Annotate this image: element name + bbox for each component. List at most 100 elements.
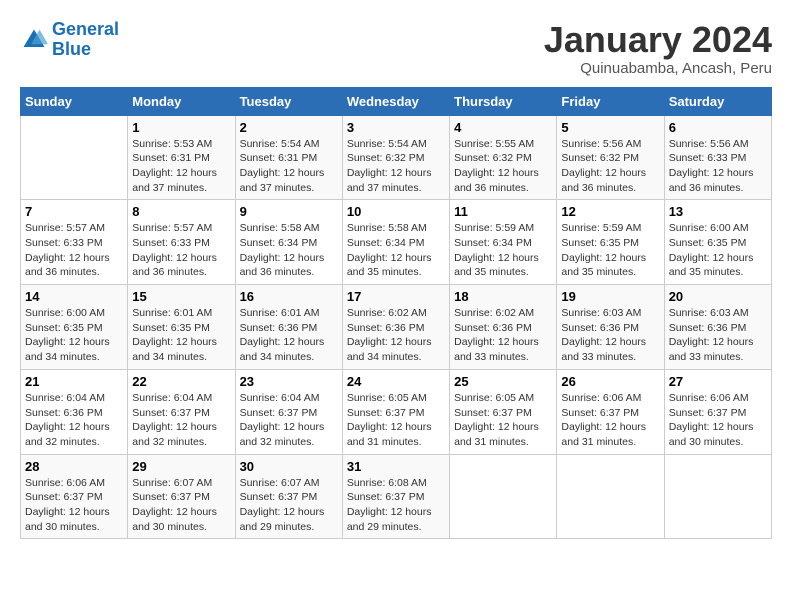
day-info: Sunrise: 5:56 AM Sunset: 6:32 PM Dayligh…: [561, 137, 659, 196]
calendar-cell: [664, 454, 771, 539]
calendar-cell: 28 Sunrise: 6:06 AM Sunset: 6:37 PM Dayli…: [21, 454, 128, 539]
day-number: 13: [669, 204, 767, 219]
calendar-cell: 29Sunrise: 6:07 AM Sunset: 6:37 PM Dayli…: [128, 454, 235, 539]
calendar-cell: 18Sunrise: 6:02 AM Sunset: 6:36 PM Dayli…: [450, 285, 557, 370]
day-number: 28: [25, 459, 123, 474]
week-row-5: 28 Sunrise: 6:06 AM Sunset: 6:37 PM Dayli…: [21, 454, 772, 539]
calendar-cell: 27 Sunrise: 6:06 AM Sunset: 6:37 PM Dayli…: [664, 369, 771, 454]
calendar-cell: 15 Sunrise: 6:01 AM Sunset: 6:35 PM Dayli…: [128, 285, 235, 370]
calendar-cell: 23 Sunrise: 6:04 AM Sunset: 6:37 PM Dayli…: [235, 369, 342, 454]
calendar-cell: 16 Sunrise: 6:01 AM Sunset: 6:36 PM Dayli…: [235, 285, 342, 370]
day-number: 18: [454, 289, 552, 304]
logo-text: General Blue: [52, 20, 119, 60]
day-number: 2: [240, 120, 338, 135]
day-info: Sunrise: 6:03 AM Sunset: 6:36 PM Dayligh…: [669, 306, 767, 365]
day-info: Sunrise: 5:57 AM Sunset: 6:33 PM Dayligh…: [132, 221, 230, 280]
calendar-cell: [450, 454, 557, 539]
day-number: 15: [132, 289, 230, 304]
day-number: 9: [240, 204, 338, 219]
week-row-4: 21Sunrise: 6:04 AM Sunset: 6:36 PM Dayli…: [21, 369, 772, 454]
day-number: 6: [669, 120, 767, 135]
day-number: 7: [25, 204, 123, 219]
logo-blue: Blue: [52, 40, 119, 60]
calendar-cell: 6 Sunrise: 5:56 AM Sunset: 6:33 PM Daylig…: [664, 115, 771, 200]
day-info: Sunrise: 6:07 AM Sunset: 6:37 PM Dayligh…: [132, 476, 230, 535]
calendar-cell: 12Sunrise: 5:59 AM Sunset: 6:35 PM Dayli…: [557, 200, 664, 285]
day-info: Sunrise: 6:06 AM Sunset: 6:37 PM Dayligh…: [669, 391, 767, 450]
calendar-cell: 11Sunrise: 5:59 AM Sunset: 6:34 PM Dayli…: [450, 200, 557, 285]
calendar-cell: 1Sunrise: 5:53 AM Sunset: 6:31 PM Daylig…: [128, 115, 235, 200]
day-number: 31: [347, 459, 445, 474]
day-info: Sunrise: 5:54 AM Sunset: 6:31 PM Dayligh…: [240, 137, 338, 196]
week-row-3: 14 Sunrise: 6:00 AM Sunset: 6:35 PM Dayli…: [21, 285, 772, 370]
day-info: Sunrise: 6:07 AM Sunset: 6:37 PM Dayligh…: [240, 476, 338, 535]
logo: General Blue: [20, 20, 119, 60]
calendar-cell: 20 Sunrise: 6:03 AM Sunset: 6:36 PM Dayli…: [664, 285, 771, 370]
day-number: 4: [454, 120, 552, 135]
day-info: Sunrise: 5:58 AM Sunset: 6:34 PM Dayligh…: [240, 221, 338, 280]
weekday-header-saturday: Saturday: [664, 87, 771, 115]
calendar-cell: 13Sunrise: 6:00 AM Sunset: 6:35 PM Dayli…: [664, 200, 771, 285]
calendar-cell: 26 Sunrise: 6:06 AM Sunset: 6:37 PM Dayli…: [557, 369, 664, 454]
day-number: 14: [25, 289, 123, 304]
day-number: 23: [240, 374, 338, 389]
day-info: Sunrise: 6:05 AM Sunset: 6:37 PM Dayligh…: [347, 391, 445, 450]
location-subtitle: Quinuabamba, Ancash, Peru: [544, 60, 772, 77]
day-info: Sunrise: 6:05 AM Sunset: 6:37 PM Dayligh…: [454, 391, 552, 450]
day-number: 17: [347, 289, 445, 304]
month-title: January 2024: [544, 20, 772, 60]
day-number: 30: [240, 459, 338, 474]
day-info: Sunrise: 5:54 AM Sunset: 6:32 PM Dayligh…: [347, 137, 445, 196]
calendar-cell: 19 Sunrise: 6:03 AM Sunset: 6:36 PM Dayli…: [557, 285, 664, 370]
calendar-cell: 22Sunrise: 6:04 AM Sunset: 6:37 PM Dayli…: [128, 369, 235, 454]
calendar-cell: 10Sunrise: 5:58 AM Sunset: 6:34 PM Dayli…: [342, 200, 449, 285]
day-number: 11: [454, 204, 552, 219]
day-number: 19: [561, 289, 659, 304]
calendar-body: 1Sunrise: 5:53 AM Sunset: 6:31 PM Daylig…: [21, 115, 772, 539]
day-info: Sunrise: 5:53 AM Sunset: 6:31 PM Dayligh…: [132, 137, 230, 196]
week-row-1: 1Sunrise: 5:53 AM Sunset: 6:31 PM Daylig…: [21, 115, 772, 200]
calendar-cell: 25 Sunrise: 6:05 AM Sunset: 6:37 PM Dayli…: [450, 369, 557, 454]
weekday-header-friday: Friday: [557, 87, 664, 115]
weekday-header-row: SundayMondayTuesdayWednesdayThursdayFrid…: [21, 87, 772, 115]
day-number: 5: [561, 120, 659, 135]
day-info: Sunrise: 6:01 AM Sunset: 6:36 PM Dayligh…: [240, 306, 338, 365]
calendar-cell: 2 Sunrise: 5:54 AM Sunset: 6:31 PM Daylig…: [235, 115, 342, 200]
day-number: 27: [669, 374, 767, 389]
day-info: Sunrise: 6:06 AM Sunset: 6:37 PM Dayligh…: [561, 391, 659, 450]
day-info: Sunrise: 6:02 AM Sunset: 6:36 PM Dayligh…: [347, 306, 445, 365]
weekday-header-tuesday: Tuesday: [235, 87, 342, 115]
title-block: January 2024 Quinuabamba, Ancash, Peru: [544, 20, 772, 77]
day-number: 8: [132, 204, 230, 219]
weekday-header-monday: Monday: [128, 87, 235, 115]
calendar-header: SundayMondayTuesdayWednesdayThursdayFrid…: [21, 87, 772, 115]
calendar-cell: 5 Sunrise: 5:56 AM Sunset: 6:32 PM Daylig…: [557, 115, 664, 200]
day-number: 20: [669, 289, 767, 304]
day-number: 22: [132, 374, 230, 389]
day-info: Sunrise: 6:03 AM Sunset: 6:36 PM Dayligh…: [561, 306, 659, 365]
day-number: 26: [561, 374, 659, 389]
day-number: 24: [347, 374, 445, 389]
day-number: 16: [240, 289, 338, 304]
day-number: 10: [347, 204, 445, 219]
day-number: 21: [25, 374, 123, 389]
day-number: 3: [347, 120, 445, 135]
calendar-cell: 17 Sunrise: 6:02 AM Sunset: 6:36 PM Dayli…: [342, 285, 449, 370]
day-info: Sunrise: 6:01 AM Sunset: 6:35 PM Dayligh…: [132, 306, 230, 365]
calendar-cell: 31Sunrise: 6:08 AM Sunset: 6:37 PM Dayli…: [342, 454, 449, 539]
day-info: Sunrise: 6:06 AM Sunset: 6:37 PM Dayligh…: [25, 476, 123, 535]
day-info: Sunrise: 5:56 AM Sunset: 6:33 PM Dayligh…: [669, 137, 767, 196]
day-number: 25: [454, 374, 552, 389]
calendar-cell: 30 Sunrise: 6:07 AM Sunset: 6:37 PM Dayli…: [235, 454, 342, 539]
day-info: Sunrise: 6:04 AM Sunset: 6:37 PM Dayligh…: [240, 391, 338, 450]
weekday-header-sunday: Sunday: [21, 87, 128, 115]
day-info: Sunrise: 6:00 AM Sunset: 6:35 PM Dayligh…: [25, 306, 123, 365]
calendar-cell: 21Sunrise: 6:04 AM Sunset: 6:36 PM Dayli…: [21, 369, 128, 454]
calendar-cell: 24 Sunrise: 6:05 AM Sunset: 6:37 PM Dayli…: [342, 369, 449, 454]
day-info: Sunrise: 5:59 AM Sunset: 6:35 PM Dayligh…: [561, 221, 659, 280]
day-info: Sunrise: 5:57 AM Sunset: 6:33 PM Dayligh…: [25, 221, 123, 280]
calendar-table: SundayMondayTuesdayWednesdayThursdayFrid…: [20, 87, 772, 540]
calendar-cell: 14 Sunrise: 6:00 AM Sunset: 6:35 PM Dayli…: [21, 285, 128, 370]
day-info: Sunrise: 5:55 AM Sunset: 6:32 PM Dayligh…: [454, 137, 552, 196]
calendar-cell: 7 Sunrise: 5:57 AM Sunset: 6:33 PM Daylig…: [21, 200, 128, 285]
